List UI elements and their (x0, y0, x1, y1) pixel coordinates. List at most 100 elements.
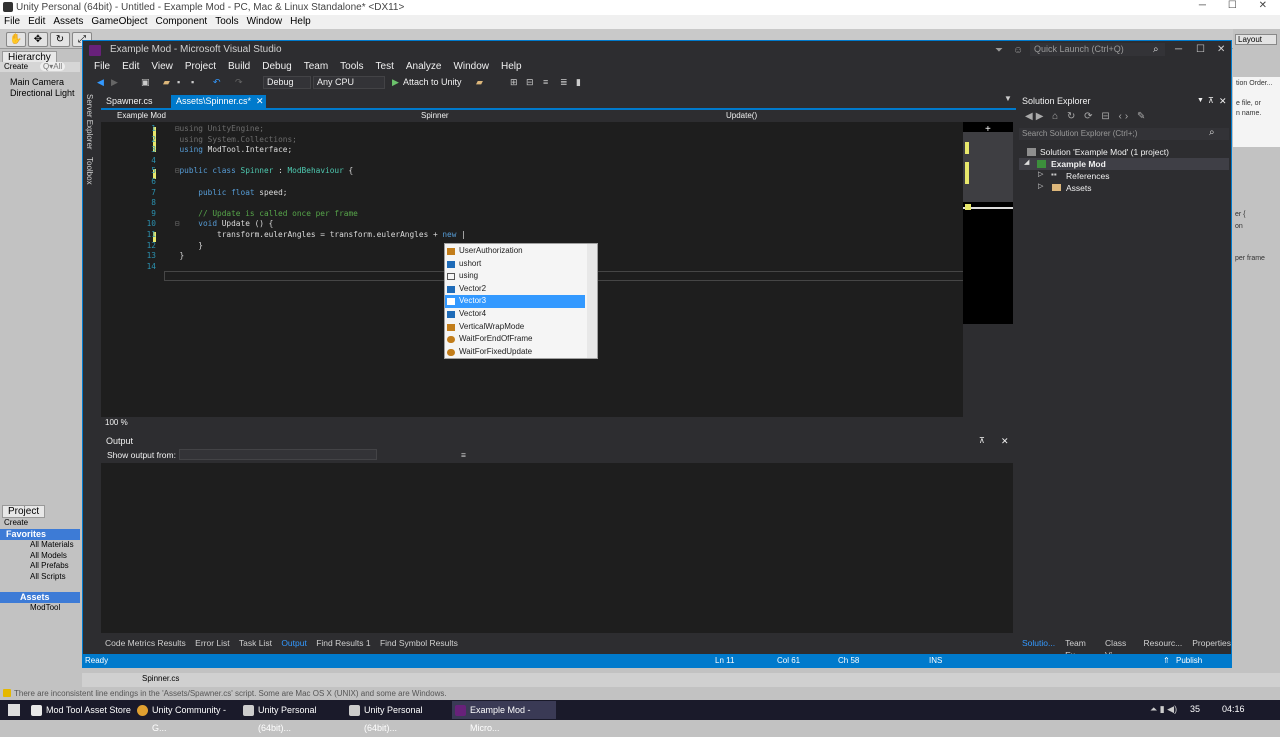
hierarchy-item[interactable]: Main Camera (10, 77, 64, 87)
references-node[interactable]: References (1066, 170, 1109, 182)
taskbar-item-active[interactable]: Example Mod - Micro... (452, 701, 556, 733)
unity-menu-window[interactable]: Window (243, 15, 287, 29)
favorite-item[interactable]: All Models (30, 551, 74, 562)
assets-label[interactable]: Assets (20, 592, 50, 602)
vs-menu-debug[interactable]: Debug (256, 59, 297, 74)
close-icon[interactable]: ✕ (1219, 95, 1227, 107)
home-icon[interactable]: ⌂ (1052, 111, 1061, 122)
nav-member[interactable]: Update() (726, 110, 757, 122)
completion-item[interactable]: UserAuthorization (445, 245, 597, 258)
taskbar-item[interactable]: Mod Tool Asset Store (28, 701, 132, 719)
minimize-icon[interactable]: ─ (1199, 0, 1206, 15)
play-icon[interactable]: ▶ (392, 74, 399, 90)
feedback-icon[interactable]: ☺ (1013, 42, 1023, 60)
layout-dropdown[interactable]: Layout (1235, 34, 1277, 45)
toolbar-icon[interactable]: ≡ (543, 74, 548, 90)
unity-menu-component[interactable]: Component (152, 15, 212, 29)
bookmark-icon[interactable]: ▮ (576, 74, 581, 90)
properties-icon[interactable]: ✎ (1137, 111, 1148, 122)
close-icon[interactable]: ✕ (1001, 435, 1009, 447)
nav-project[interactable]: Example Mod (117, 110, 166, 122)
completion-item[interactable]: Vector4 (445, 308, 597, 321)
toolbar-icon[interactable]: ⊟ (526, 74, 534, 90)
close-icon[interactable]: ✕ (1217, 41, 1225, 59)
favorite-item[interactable]: All Scripts (30, 572, 74, 583)
completion-item[interactable]: WaitForFixedUpdate (445, 346, 597, 359)
tray-icons[interactable]: ⏶ ▮ ◀) (1150, 704, 1177, 715)
completion-item[interactable]: VerticalWrapMode (445, 321, 597, 334)
solution-search-input[interactable]: Search Solution Explorer (Ctrl+;) ⌕ (1019, 127, 1229, 140)
unity-console-status[interactable]: There are inconsistent line endings in t… (0, 687, 1280, 700)
tab-find-symbol[interactable]: Find Symbol Results (380, 638, 458, 648)
open-file-icon[interactable]: ▰ (163, 74, 170, 90)
dropdown-icon[interactable]: ▼ (1197, 95, 1204, 107)
assets-node[interactable]: Assets (1066, 182, 1092, 194)
toolbox-tab[interactable]: Toolbox (85, 157, 94, 185)
completion-item[interactable]: using (445, 270, 597, 283)
completion-scrollbar[interactable] (587, 244, 597, 358)
vs-menu-build[interactable]: Build (222, 59, 256, 74)
vs-menu-edit[interactable]: Edit (116, 59, 145, 74)
map-scrollbar[interactable]: + (963, 122, 1013, 324)
close-tab-icon[interactable]: ✕ (256, 95, 264, 108)
hierarchy-create[interactable]: Create (4, 62, 28, 71)
configuration-dropdown[interactable]: Debug (263, 76, 311, 89)
vs-menu-view[interactable]: View (145, 59, 179, 74)
solution-node[interactable]: Solution 'Example Mod' (1 project) (1040, 146, 1169, 158)
collapsed-icon[interactable]: ▷ (1038, 182, 1043, 190)
favorite-item[interactable]: All Prefabs (30, 561, 74, 572)
collapse-icon[interactable]: ⊟ (1101, 111, 1112, 122)
vs-menu-tools[interactable]: Tools (334, 59, 369, 74)
tab-class-view[interactable]: Class Vi... (1105, 637, 1133, 660)
tab-solution-explorer[interactable]: Solutio... (1022, 637, 1055, 649)
save-icon[interactable]: ▪ (177, 74, 180, 90)
close-icon[interactable]: ✕ (1259, 0, 1267, 15)
vs-menu-analyze[interactable]: Analyze (400, 59, 448, 74)
completion-item-selected[interactable]: Vector3 (445, 295, 585, 308)
tab-spawner[interactable]: Spawner.cs (101, 95, 158, 108)
refresh-icon[interactable]: ⟳ (1084, 111, 1095, 122)
filter-icon[interactable]: ⏷ (995, 42, 1003, 60)
clock[interactable]: 04:16 (1222, 704, 1245, 714)
intellisense-list[interactable]: UserAuthorization ushort using Vector2 V… (444, 243, 598, 359)
vs-menu-help[interactable]: Help (495, 59, 528, 74)
expanded-icon[interactable]: ◢ (1024, 158, 1029, 166)
completion-item[interactable]: WaitForEndOfFrame (445, 333, 597, 346)
unity-window-controls[interactable]: ─ ☐ ✕ (1188, 0, 1278, 15)
completion-item[interactable]: ushort (445, 258, 597, 271)
vs-menu-file[interactable]: File (88, 59, 116, 74)
project-tab[interactable]: Project (2, 505, 46, 518)
tab-spinner[interactable]: Assets\Spinner.cs* ✕ (171, 95, 266, 108)
unity-menu-help[interactable]: Help (286, 15, 315, 29)
vs-menu-test[interactable]: Test (370, 59, 400, 74)
maximize-icon[interactable]: ☐ (1196, 41, 1205, 59)
completion-item[interactable]: Vector2 (445, 283, 597, 296)
tab-properties[interactable]: Properties (1192, 637, 1231, 649)
tab-team-explorer[interactable]: Team Ex... (1065, 637, 1095, 660)
tab-error-list[interactable]: Error List (195, 638, 229, 648)
project-node[interactable]: Example Mod (1051, 158, 1106, 170)
unity-menu-tools[interactable]: Tools (211, 15, 242, 29)
rotate-tool-icon[interactable]: ↻ (50, 32, 70, 47)
tab-find-results[interactable]: Find Results 1 (316, 638, 370, 648)
unity-menu-file[interactable]: File (0, 15, 24, 29)
server-explorer-tab[interactable]: Server Explorer (85, 94, 94, 150)
undo-icon[interactable]: ↶ (213, 74, 221, 90)
favorites-label[interactable]: Favorites (6, 529, 46, 539)
back-icon[interactable]: ◀▶ (1025, 111, 1046, 122)
unity-menu-assets[interactable]: Assets (49, 15, 87, 29)
taskbar-item[interactable]: Unity Personal (64bit)... (346, 701, 450, 733)
attach-to-unity-button[interactable]: Attach to Unity (403, 74, 462, 90)
tab-output[interactable]: Output (281, 638, 307, 648)
output-source-dropdown[interactable] (179, 449, 377, 460)
word-wrap-icon[interactable]: ≡ (461, 447, 466, 463)
asset-item[interactable]: ModTool (30, 603, 60, 612)
unity-menu-gameobject[interactable]: GameObject (87, 15, 151, 29)
tab-dropdown-icon[interactable]: ▼ (1004, 94, 1012, 103)
search-icon[interactable]: ⌕ (1209, 127, 1215, 139)
hand-tool-icon[interactable]: ✋ (6, 32, 26, 47)
minimize-icon[interactable]: ─ (1175, 41, 1182, 59)
pin-icon[interactable]: ⊼ (979, 435, 985, 447)
toolbar-icon[interactable]: ⊞ (510, 74, 518, 90)
redo-icon[interactable]: ↷ (235, 74, 243, 90)
